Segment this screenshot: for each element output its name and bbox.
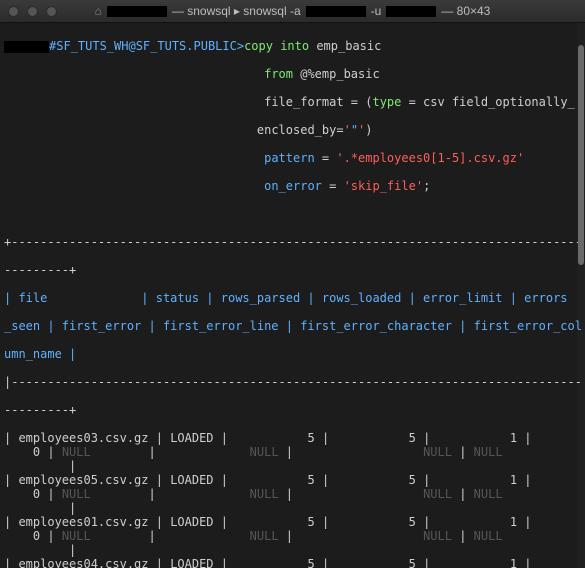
kw-from: from: [264, 67, 293, 81]
close-icon[interactable]: [8, 6, 19, 17]
table-row: | employees01.csv.gz | LOADED | 5 | 5 | …: [4, 515, 581, 529]
ff-rhs: = csv field_optionally_: [401, 95, 574, 109]
indent: [4, 67, 264, 81]
table-row: |: [4, 501, 581, 515]
table-sep: ---------+: [4, 263, 581, 277]
table-row: 0 | NULL | NULL | NULL | NULL: [4, 529, 581, 543]
window-titlebar: ⌂ — snowsql ▸ snowsql -a -u — 80×43: [0, 0, 585, 23]
table-sep: ---------+: [4, 403, 581, 417]
title-dims: — 80×43: [441, 4, 490, 18]
zoom-icon[interactable]: [46, 6, 57, 17]
onerr-val: 'skip_file': [344, 179, 423, 193]
indent: [4, 95, 264, 109]
redacted-user: [4, 41, 49, 53]
pattern-lhs: pattern: [264, 151, 315, 165]
ff-lhs: file_format = (: [264, 95, 372, 109]
table-sep: +---------------------------------------…: [4, 235, 581, 249]
table-sep: |---------------------------------------…: [4, 375, 581, 389]
prompt-context: #SF_TUTS_WH@SF_TUTS.PUBLIC>: [49, 39, 244, 53]
table-header: | file | status | rows_parsed | rows_loa…: [4, 291, 581, 305]
table-row: | employees05.csv.gz | LOADED | 5 | 5 | …: [4, 473, 581, 487]
table-header: umn_name |: [4, 347, 581, 361]
indent: [4, 151, 264, 165]
table-header: _seen | first_error | first_error_line |…: [4, 319, 581, 333]
terminal-output[interactable]: #SF_TUTS_WH@SF_TUTS.PUBLIC>copy into emp…: [0, 23, 585, 568]
kw-copy: copy into: [244, 39, 309, 53]
table-row: 0 | NULL | NULL | NULL | NULL: [4, 487, 581, 501]
eq: =: [315, 151, 337, 165]
enc-open: ': [344, 123, 351, 137]
sql-table: emp_basic: [309, 39, 381, 53]
table-row: 0 | NULL | NULL | NULL | NULL: [4, 445, 581, 459]
semi: ;: [423, 179, 430, 193]
table-row: | employees04.csv.gz | LOADED | 5 | 5 | …: [4, 557, 581, 568]
home-icon: ⌂: [95, 4, 102, 18]
redacted-segment: [306, 6, 366, 17]
enc-lhs: enclosed_by=: [257, 123, 344, 137]
title-text-2: -u: [371, 4, 382, 18]
table-row: | employees03.csv.gz | LOADED | 5 | 5 | …: [4, 431, 581, 445]
table-row: |: [4, 543, 581, 557]
scrollbar[interactable]: [577, 23, 585, 568]
table-row: |: [4, 459, 581, 473]
enc-val: ": [351, 123, 358, 137]
scrollbar-thumb[interactable]: [578, 45, 584, 265]
redacted-segment: [107, 6, 167, 17]
pattern-val: '.*employees0[1-5].csv.gz': [336, 151, 524, 165]
onerr-lhs: on_error: [264, 179, 322, 193]
sql-stage: @%emp_basic: [293, 67, 380, 81]
title-text-1: — snowsql ▸ snowsql -a: [172, 4, 301, 18]
traffic-lights[interactable]: [8, 6, 57, 17]
indent: [4, 179, 264, 193]
kw-type: type: [372, 95, 401, 109]
eq: =: [322, 179, 344, 193]
minimize-icon[interactable]: [27, 6, 38, 17]
window-title: ⌂ — snowsql ▸ snowsql -a -u — 80×43: [0, 4, 585, 18]
indent: [4, 123, 257, 137]
close-paren: ): [365, 123, 372, 137]
redacted-segment: [386, 6, 436, 17]
